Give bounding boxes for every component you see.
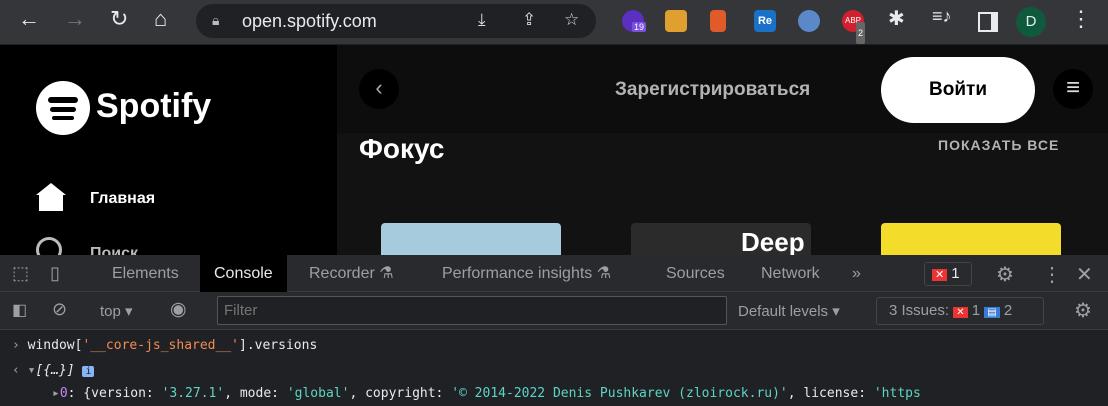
tab-performance-insights[interactable]: Performance insights ⚗	[428, 255, 625, 292]
close-devtools-icon[interactable]: ✕	[1076, 262, 1093, 287]
spotify-sidebar: Spotify Главная Поиск	[0, 45, 337, 263]
playlist-card[interactable]	[381, 223, 561, 255]
extension-icon[interactable]: 19	[622, 10, 647, 32]
home-icon	[36, 183, 66, 213]
array-entry[interactable]: ▸0: {version: '3.27.1', mode: 'global', …	[52, 386, 921, 401]
filter-input[interactable]	[217, 296, 727, 325]
console-output: › window['__core-js_shared__'].versions …	[0, 330, 1108, 406]
sidebar-toggle-icon[interactable]: ◧	[12, 300, 27, 320]
tab-elements[interactable]: Elements	[98, 255, 193, 292]
media-icon[interactable]: ≡♪	[932, 6, 952, 27]
inspect-element-icon[interactable]: ⬚	[12, 263, 29, 284]
url-text[interactable]: open.spotify.com	[242, 11, 377, 32]
tab-recorder[interactable]: Recorder ⚗	[295, 255, 408, 292]
log-levels-dropdown[interactable]: Default levels ▾	[738, 302, 840, 320]
bookmark-star-icon[interactable]: ☆	[564, 10, 579, 30]
clear-console-icon[interactable]: ⊘	[52, 299, 67, 320]
forward-button[interactable]: →	[64, 6, 86, 32]
login-button[interactable]: Войти	[881, 57, 1035, 123]
playlist-card[interactable]	[881, 223, 1061, 255]
console-input-line[interactable]: › window['__core-js_shared__'].versions	[12, 338, 317, 353]
devtools-tabbar: ⬚ ▯ Elements Console Recorder ⚗ Performa…	[0, 255, 1108, 292]
top-bar: ‹ Зарегистрироваться Войти ≡	[337, 45, 1108, 133]
extensions-puzzle-icon[interactable]: ✱	[888, 6, 905, 31]
issues-errors: 1	[971, 302, 981, 319]
address-bar[interactable]: 🔒︎ open.spotify.com ⤓ ⇪ ☆	[196, 4, 596, 38]
reload-button[interactable]: ↻	[110, 6, 128, 32]
badge: 19	[632, 22, 647, 32]
spotify-logo-text[interactable]: Spotify	[96, 87, 211, 126]
badge: 2	[856, 22, 866, 44]
home-button[interactable]: ⌂	[154, 6, 167, 32]
context-value: top	[100, 303, 121, 320]
devtools-menu-icon[interactable]: ⋮	[1042, 262, 1062, 287]
browser-toolbar: ← → ↻ ⌂ 🔒︎ open.spotify.com ⤓ ⇪ ☆ 19 Re …	[0, 0, 1108, 45]
extension-icon[interactable]: Re	[754, 10, 776, 32]
back-nav-button[interactable]: ‹	[359, 69, 399, 109]
card-title: Deep	[741, 227, 805, 257]
console-settings-gear-icon[interactable]: ⚙	[1074, 298, 1092, 323]
extension-icon[interactable]	[665, 10, 687, 32]
share-icon[interactable]: ⇪	[522, 10, 536, 30]
tab-network[interactable]: Network	[747, 255, 834, 292]
info-icon: i	[82, 366, 95, 377]
issues-button[interactable]: 3 Issues: ✕ 1 ▤ 2	[876, 297, 1044, 325]
more-tabs-button[interactable]: »	[838, 255, 875, 292]
side-panel-icon[interactable]	[978, 12, 998, 32]
back-button[interactable]: ←	[18, 6, 40, 32]
section-title: Фокус	[359, 133, 445, 164]
nav-home[interactable]: Главная	[90, 190, 155, 208]
device-toolbar-icon[interactable]: ▯	[50, 263, 60, 284]
show-all-link[interactable]: ПОКАЗАТЬ ВСЕ	[938, 137, 1059, 153]
adblock-icon[interactable]: ABP 2	[842, 10, 866, 44]
issues-label: 3 Issues:	[889, 302, 950, 319]
error-counter[interactable]: ✕ 1	[924, 262, 972, 286]
menu-kebab-icon[interactable]: ⋮	[1070, 6, 1092, 32]
console-toolbar: ◧ ⊘ top ▾ ◉ Default levels ▾ 3 Issues: ✕…	[0, 292, 1108, 330]
levels-value: Default levels	[738, 303, 829, 320]
spotify-main: ‹ Зарегистрироваться Войти ≡ Фокус ПОКАЗ…	[337, 45, 1108, 257]
settings-gear-icon[interactable]: ⚙	[996, 262, 1014, 287]
context-select[interactable]: top ▾	[100, 302, 133, 320]
tab-sources[interactable]: Sources	[652, 255, 739, 292]
tab-console[interactable]: Console	[200, 255, 287, 292]
tab-label: Performance insights	[442, 265, 593, 282]
extension-icon[interactable]	[710, 10, 726, 32]
issues-info: 2	[1003, 302, 1013, 319]
console-result-line[interactable]: ‹ ▾[{…}] i	[12, 363, 95, 378]
extension-icon[interactable]	[798, 10, 820, 32]
lock-icon: 🔒︎	[212, 12, 220, 28]
install-icon[interactable]: ⤓	[478, 10, 486, 30]
signup-link[interactable]: Зарегистрироваться	[615, 79, 810, 101]
live-expression-eye-icon[interactable]: ◉	[170, 298, 187, 321]
playlist-card[interactable]: Deep	[631, 223, 811, 257]
spotify-logo-icon[interactable]	[36, 81, 90, 135]
hamburger-menu-icon[interactable]: ≡	[1053, 69, 1093, 109]
profile-avatar[interactable]: D	[1016, 7, 1046, 37]
error-count: 1	[951, 265, 960, 282]
tab-label: Recorder	[309, 265, 375, 282]
